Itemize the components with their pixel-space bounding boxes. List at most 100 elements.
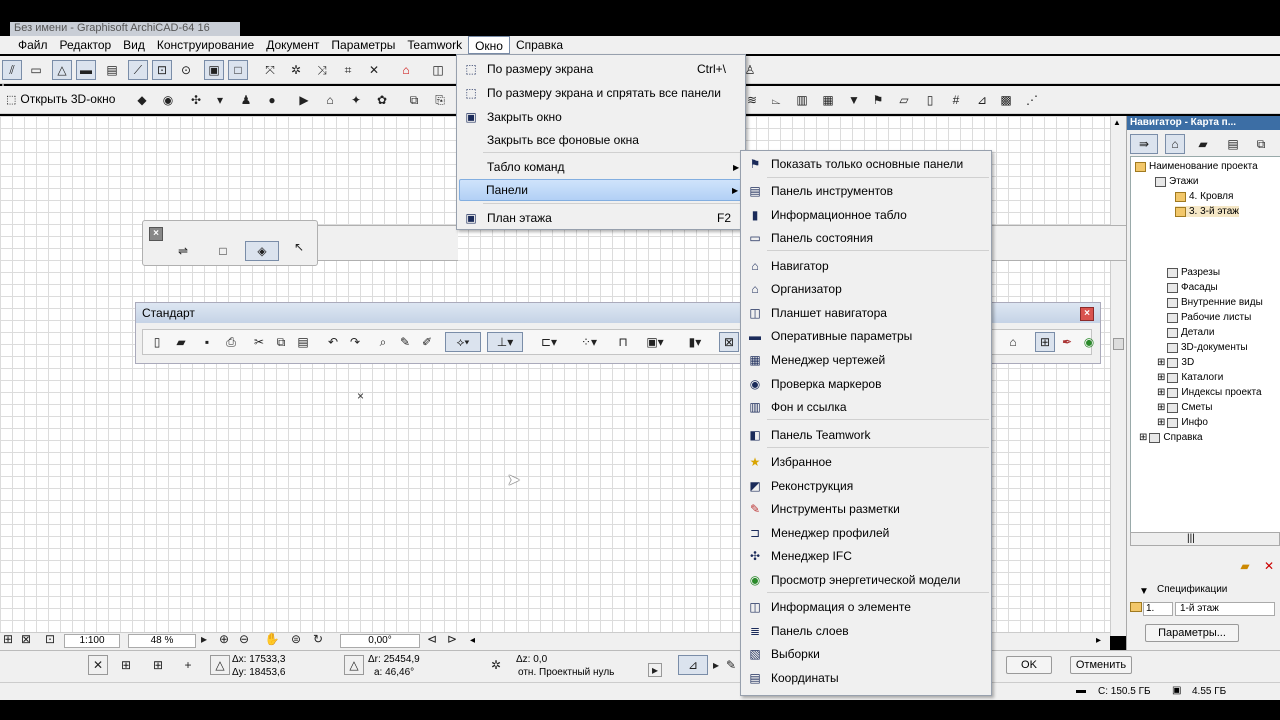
hscroll-left-icon[interactable]: ◂ [470,635,475,646]
menu-options[interactable]: Параметры [325,36,401,54]
redo-icon[interactable]: ↷ [345,332,365,352]
select-box-icon[interactable]: ▣ [204,60,224,80]
grid-snap-icon[interactable]: ⊡ [152,60,172,80]
tree-item-floor-3[interactable]: 3. 3-й этаж [1175,206,1239,217]
syringe-icon[interactable]: ✐ [417,332,437,352]
guide-arrow-icon[interactable]: ▸ [710,655,722,675]
menu-file[interactable]: Файл [12,36,54,54]
green-circle-icon[interactable]: ◉ [1079,332,1099,352]
project-map-icon[interactable]: ⌂ [1165,134,1185,154]
menu-window[interactable]: Окно [468,36,510,54]
magic-icon[interactable]: ✲ [286,60,306,80]
panels-item-basic[interactable]: ⚑ Показать только основные панели [743,153,989,175]
ok-button[interactable]: OK [1006,656,1052,674]
walker-icon[interactable]: ♟ [236,90,256,110]
tree-item-indexes[interactable]: ⊞ Индексы проекта [1157,387,1262,398]
table-icon[interactable]: ▦ [818,90,838,110]
layers-tool-icon[interactable]: ▩ [996,90,1016,110]
explode-icon[interactable]: ✦ [346,90,366,110]
scroll-up-icon[interactable]: ▲ [1113,118,1121,127]
zoom-in-icon[interactable]: ⊕ [216,631,232,647]
print-icon[interactable]: ⎙ [221,332,241,352]
tree-item-project[interactable]: Наименование проекта [1135,161,1258,172]
suspend-groups-icon[interactable]: ⊠ [719,332,739,352]
sphere-icon[interactable]: ● [262,90,282,110]
zoom-out-icon[interactable]: ⊖ [236,631,252,647]
menu-view[interactable]: Вид [117,36,151,54]
grid-tool-icon[interactable]: # [946,90,966,110]
menu-document[interactable]: Документ [260,36,325,54]
panels-item-ifc[interactable]: ✣ Менеджер IFC [743,545,989,567]
open-3d-button[interactable]: ⬚ Открыть 3D-окно [6,92,115,106]
ref-menu-icon[interactable]: ▸ [648,663,662,677]
panels-item-quick-options[interactable]: ▬ Оперативные параметры [743,325,989,347]
connect-icon[interactable]: ⤨ [312,60,332,80]
order-icon[interactable]: ⊓ [613,332,633,352]
navigator-map-icon[interactable]: ⇛ [1130,134,1158,154]
cancel-x-icon[interactable]: ✕ [88,655,108,675]
floor-number-field[interactable]: 1. [1143,602,1173,616]
tree-item-interior[interactable]: Внутренние виды [1167,297,1263,308]
panels-item-status[interactable]: ▭ Панель состояния [743,227,989,249]
hscroll-right-icon[interactable]: ▸ [1096,635,1101,646]
find-select-icon[interactable]: ⌕ [373,332,393,352]
beam-tool-icon[interactable]: ▭ [26,60,46,80]
group-icon[interactable]: ▣▾ [639,332,671,352]
eyedropper-icon[interactable]: ✎ [395,332,415,352]
panels-item-renovation[interactable]: ◩ Реконструкция [743,475,989,497]
snap-tool-icon[interactable]: ⟋ [128,60,148,80]
paste-icon[interactable]: ▤ [293,332,313,352]
roof-icon[interactable]: ⌳ [766,90,786,110]
polar-icon[interactable]: △ [344,655,364,675]
angle-field[interactable]: 0,00° [340,634,420,648]
tree-item-sections[interactable]: Разрезы [1167,267,1220,278]
menu-item-floor-plan[interactable]: ▣ План этажа F2 [459,207,743,229]
magic-wand-icon[interactable]: ⟡▾ [445,332,481,352]
stretch-icon[interactable]: ⤧ [260,60,280,80]
panels-item-organizer[interactable]: ⌂ Организатор [743,278,989,300]
tree-item-elevations[interactable]: Фасады [1167,282,1218,293]
cancel-button[interactable]: Отменить [1070,656,1132,674]
panels-item-layers[interactable]: ≣ Панель слоев [743,620,989,642]
column-icon[interactable]: ▥ [792,90,812,110]
menu-item-palettes[interactable]: Панели ▶ [459,179,743,201]
delete-icon[interactable]: ✕ [1259,556,1279,576]
panels-item-drawing-manager[interactable]: ▦ Менеджер чертежей [743,349,989,371]
zoom-view-icon[interactable]: ⊡ [40,631,60,647]
tree-item-details[interactable]: Детали [1167,327,1214,338]
guide-icon[interactable]: ⊿ [678,655,708,675]
relative-icon[interactable]: ⊞ [116,655,136,675]
copy-3d-icon[interactable]: ⧉ [404,90,424,110]
play-icon[interactable]: ▸ [196,631,212,647]
panels-item-trace[interactable]: ▥ Фон и ссылка [743,396,989,418]
menu-item-close-window[interactable]: ▣ Закрыть окно [459,106,743,128]
house-icon[interactable]: ⌂ [320,90,340,110]
navigator-hscroll[interactable]: ||| [1130,532,1280,546]
panels-item-element-info[interactable]: ◫ Информация о элементе [743,596,989,618]
z-axis-icon[interactable]: ✲ [486,655,506,675]
pan-icon[interactable]: ✋ [264,631,280,647]
panels-item-coordinates[interactable]: ▤ Координаты [743,667,989,689]
home-icon[interactable]: ⌂ [396,60,416,80]
teamwork-home-icon[interactable]: ⌂ [1003,332,1023,352]
undo-icon[interactable]: ↶ [323,332,343,352]
3d-box-icon[interactable]: ◆ [132,90,152,110]
panels-item-favorites[interactable]: ★ Избранное [743,451,989,473]
eraser-tool-icon[interactable]: ◈ [245,241,279,261]
zoom-reset-icon[interactable]: ⊜ [288,631,304,647]
tree-item-info[interactable]: ⊞ Инфо [1157,417,1208,428]
tree-item-catalogs[interactable]: ⊞ Каталоги [1157,372,1223,383]
wall-tool-icon[interactable]: ⫽ [2,60,22,80]
delta-icon[interactable]: △ [210,655,230,675]
panels-item-nav-preview[interactable]: ◫ Планшет навигатора [743,302,989,324]
menu-design[interactable]: Конструирование [151,36,260,54]
layout-book-icon[interactable]: ▤ [1223,134,1243,154]
align-icon[interactable]: ⊏▾ [533,332,565,352]
vertical-scrollbar[interactable]: ▲ [1110,116,1126,636]
view-map-icon[interactable]: ▰ [1193,134,1213,154]
crop-icon[interactable]: ⌗ [338,60,358,80]
flag-tool-icon[interactable]: ⚑ [868,90,888,110]
cut-icon[interactable]: ✂ [249,332,269,352]
page-icon[interactable]: ▱ [894,90,914,110]
tree-item-roof[interactable]: 4. Кровля [1175,191,1233,202]
